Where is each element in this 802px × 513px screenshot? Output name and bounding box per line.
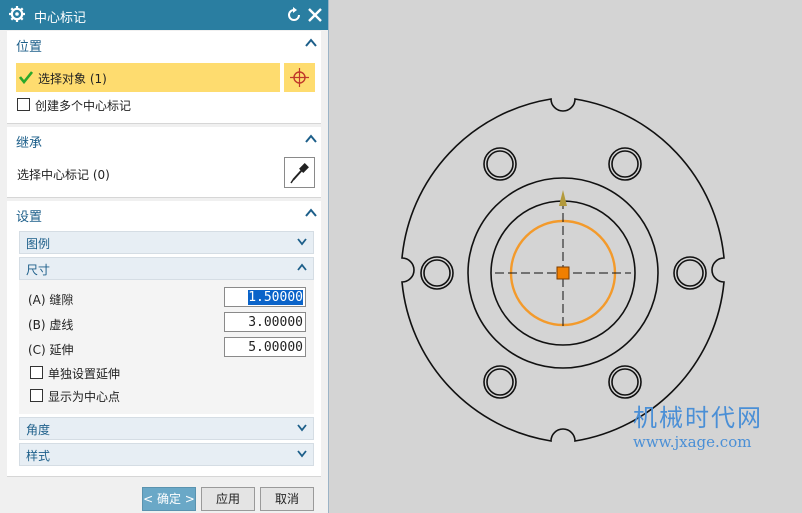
dash-input[interactable]: 3.00000	[224, 312, 306, 332]
gap-label: (A) 缝隙	[28, 293, 74, 307]
style-section-header[interactable]: 样式	[19, 443, 314, 466]
close-icon[interactable]	[306, 6, 324, 24]
select-object-row[interactable]: 选择对象 (1)	[16, 63, 280, 92]
create-multiple-label: 创建多个中心标记	[35, 99, 132, 113]
dialog-title: 中心标记	[34, 11, 87, 26]
extend-input[interactable]: 5.00000	[224, 337, 306, 357]
extend-value: 5.00000	[248, 340, 303, 355]
dialog-titlebar: 中心标记	[0, 0, 328, 30]
bolt-hole	[608, 147, 642, 181]
chevron-down-icon	[297, 450, 307, 458]
point-dialog-button[interactable]	[283, 63, 315, 92]
inherit-picker-button[interactable]	[284, 157, 315, 188]
chevron-up-icon[interactable]	[305, 134, 317, 144]
angle-section-header[interactable]: 角度	[19, 417, 314, 440]
extend-label: (C) 延伸	[28, 343, 74, 357]
inherit-group: 继承 选择中心标记 (0)	[7, 127, 321, 198]
bolt-hole	[611, 368, 639, 396]
chevron-down-icon	[297, 238, 307, 246]
chevron-up-icon[interactable]	[305, 38, 317, 48]
apply-button[interactable]: 应用	[201, 487, 255, 511]
settings-group: 设置 图例 尺寸 (A) 缝隙 1.50000 (B) 虚线 3.00000 (…	[7, 201, 321, 477]
position-group: 位置 选择对象 (1) 创建多个中心标记	[7, 31, 321, 124]
bolt-hole	[486, 368, 514, 396]
size-label: 尺寸	[26, 263, 51, 277]
direction-arrow-icon	[559, 190, 567, 206]
create-multiple-checkbox[interactable]	[17, 98, 30, 111]
checkmark-icon	[19, 71, 33, 84]
show-center-point-label: 显示为中心点	[48, 390, 121, 404]
bolt-hole	[423, 259, 451, 287]
inherit-header-label: 继承	[16, 136, 43, 151]
separate-extend-checkbox[interactable]	[30, 366, 43, 379]
gap-value: 1.50000	[248, 290, 303, 305]
watermark: 机械时代网 www.jxage.com	[633, 398, 763, 451]
legend-section-header[interactable]: 图例	[19, 231, 314, 254]
size-section-header[interactable]: 尺寸	[19, 257, 314, 280]
chevron-up-icon	[297, 263, 307, 271]
bolt-hole	[486, 150, 514, 178]
style-label: 样式	[26, 449, 51, 463]
crosshair-icon	[290, 68, 309, 87]
position-header-label: 位置	[16, 40, 43, 55]
eyedropper-icon	[290, 163, 309, 184]
separate-extend-label: 单独设置延伸	[48, 367, 121, 381]
select-object-label: 选择对象 (1)	[38, 72, 107, 86]
reset-icon[interactable]	[285, 6, 303, 24]
show-center-point-checkbox[interactable]	[30, 389, 43, 402]
bolt-hole	[420, 256, 454, 290]
chevron-down-icon	[297, 424, 307, 432]
watermark-title: 机械时代网	[633, 404, 763, 432]
select-center-mark-label: 选择中心标记 (0)	[17, 168, 110, 182]
cancel-button[interactable]: 取消	[260, 487, 314, 511]
angle-label: 角度	[26, 423, 51, 437]
bolt-hole	[608, 365, 642, 399]
dash-value: 3.00000	[248, 315, 303, 330]
legend-label: 图例	[26, 237, 51, 251]
gear-icon[interactable]	[8, 5, 26, 23]
size-section-body: (A) 缝隙 1.50000 (B) 虚线 3.00000 (C) 延伸 5.0…	[19, 280, 314, 414]
settings-header-label: 设置	[16, 210, 43, 225]
bolt-hole	[483, 365, 517, 399]
center-mark-dialog: 中心标记 位置 选择对象 (1) 创建多个中心标记 继承 选择中心标记 (0) …	[0, 0, 329, 513]
bolt-hole	[673, 256, 707, 290]
ok-button[interactable]: < 确定 >	[142, 487, 196, 511]
bolt-hole	[676, 259, 704, 287]
dash-label: (B) 虚线	[28, 318, 74, 332]
gap-input[interactable]: 1.50000	[224, 287, 306, 307]
bolt-hole	[611, 150, 639, 178]
settings-header[interactable]: 设置	[7, 201, 321, 225]
bolt-hole	[483, 147, 517, 181]
chevron-up-icon[interactable]	[305, 208, 317, 218]
center-point-handle[interactable]	[556, 266, 570, 280]
watermark-url: www.jxage.com	[633, 433, 752, 451]
inherit-header[interactable]: 继承	[7, 127, 321, 151]
position-header[interactable]: 位置	[7, 31, 321, 55]
